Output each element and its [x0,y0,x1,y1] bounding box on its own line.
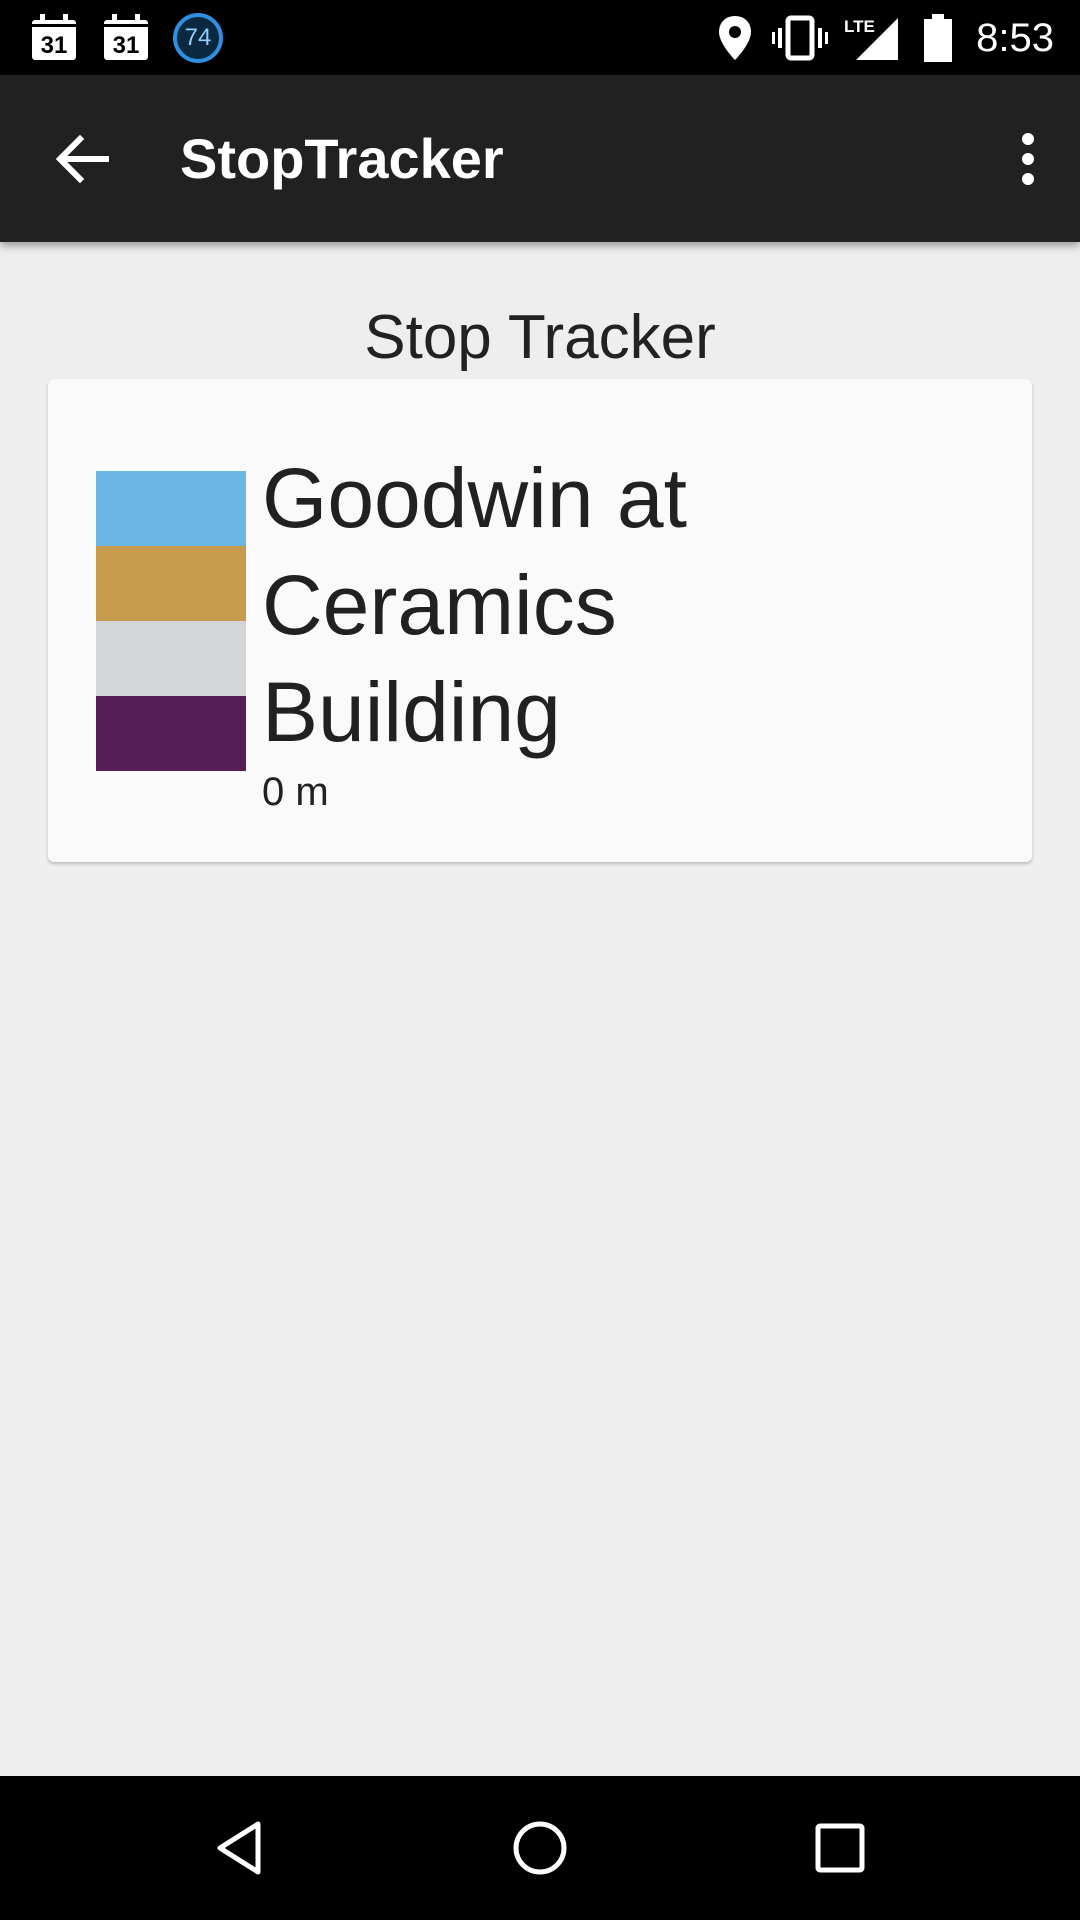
calendar-icon: 31 [102,14,150,62]
app-title: StopTracker [180,127,504,190]
stop-card[interactable]: Goodwin at Ceramics Building 0 m [48,379,1032,862]
lte-label: LTE [844,17,875,36]
back-triangle-icon[interactable] [208,1816,272,1880]
app-bar: StopTracker [0,75,1080,242]
route-color-swatches [96,471,246,771]
location-icon [719,16,751,60]
lte-signal-icon: LTE [844,17,898,60]
stop-name: Goodwin at Ceramics Building [262,451,687,759]
more-vert-icon[interactable] [996,127,1060,191]
status-time: 8:53 [976,16,1054,60]
stop-distance: 0 m [262,770,329,814]
route-color-swatch [96,471,246,546]
vibrate-icon [772,15,828,61]
status-bar: 31 31 74 LTE 8:53 [0,0,1080,75]
battery-icon [924,14,952,62]
calendar-icon: 31 [30,14,78,62]
recents-square-icon[interactable] [808,1816,872,1880]
route-color-swatch [96,621,246,696]
badge-count: 74 [184,24,212,51]
notification-badge-icon: 74 [173,13,223,63]
home-circle-icon[interactable] [508,1816,572,1880]
calendar-date: 31 [40,32,68,59]
route-color-swatch [96,696,246,771]
navigation-bar [0,1776,1080,1920]
page-heading: Stop Tracker [364,303,716,372]
route-color-swatch [96,546,246,621]
calendar-date: 31 [112,32,140,59]
back-arrow-icon[interactable] [50,127,114,191]
